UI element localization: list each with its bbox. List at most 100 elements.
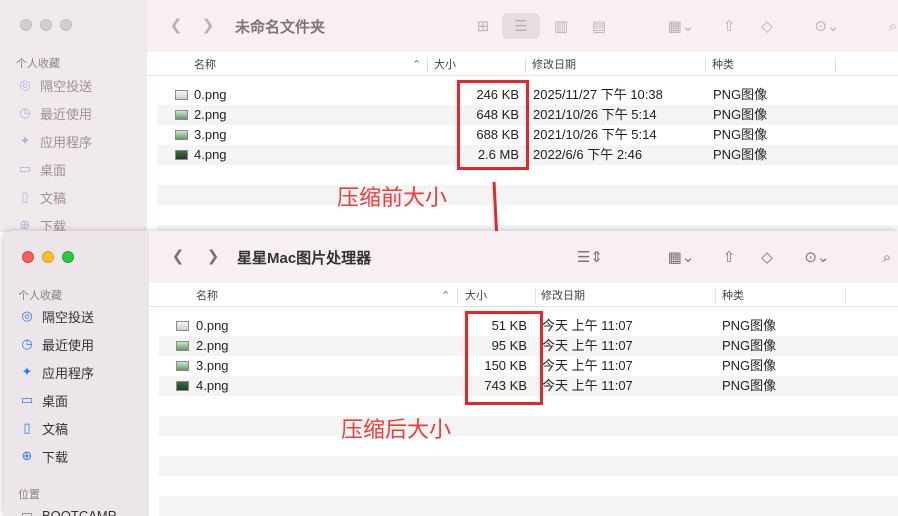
sidebar-item-downloads[interactable]: ⊕ 下载 (18, 446, 68, 466)
search-button[interactable]: ⌕ (881, 13, 898, 39)
list-view-button[interactable]: ☰ (502, 13, 540, 39)
forward-button[interactable]: ❯ (204, 245, 222, 267)
file-date: 今天 上午 11:07 (542, 378, 633, 393)
close-button[interactable] (20, 19, 32, 31)
sidebar-item-label: 文稿 (42, 421, 69, 437)
empty-row-stripe (159, 456, 898, 476)
download-icon: ⊕ (21, 448, 33, 463)
airdrop-icon: ◎ (19, 77, 31, 92)
tag-icon: ◇ (761, 18, 773, 35)
png-file-icon (176, 321, 189, 331)
empty-row-stripe (159, 496, 898, 516)
file-date: 2021/10/26 下午 5:14 (533, 127, 657, 142)
sidebar-section-locations: 位置 (18, 489, 40, 501)
empty-row-stripe (159, 416, 898, 436)
file-name: 4.png (196, 378, 229, 393)
search-icon: ⌕ (888, 17, 898, 35)
sidebar-item-recents[interactable]: ◷ 最近使用 (16, 103, 92, 123)
column-view-button[interactable]: ▥ (547, 13, 575, 39)
window-controls (22, 251, 74, 263)
action-button[interactable]: ⊙⌄ (807, 13, 847, 39)
group-button[interactable]: ▦⌄ (661, 13, 701, 39)
chevron-right-icon: ❯ (201, 17, 215, 34)
sort-chevron-icon[interactable]: ⌃ (441, 285, 450, 307)
file-kind: PNG图像 (713, 127, 768, 142)
sidebar-item-label: 隔空投送 (42, 309, 95, 325)
sidebar-item-label: 下载 (42, 449, 69, 465)
sidebar-item-downloads[interactable]: ⊕ 下载 (16, 215, 66, 232)
group-icon: ▦⌄ (667, 249, 695, 266)
share-button[interactable]: ⇧ (717, 13, 741, 39)
finder-window-before: 个人收藏 ◎ 隔空投送 ◷ 最近使用 ✦ 应用程序 ▭ 桌面 ▯ 文稿 ⊕ 下载… (0, 0, 898, 232)
sidebar-item-bootcamp[interactable]: ▭ BOOTCAMP (18, 505, 117, 516)
file-kind: PNG图像 (713, 107, 768, 122)
zoom-button[interactable] (62, 251, 74, 263)
sidebar: 个人收藏 ◎ 隔空投送 ◷ 最近使用 ✦ 应用程序 ▭ 桌面 ▯ 文稿 ⊕ 下载… (4, 231, 149, 516)
tag-button[interactable]: ◇ (755, 244, 779, 270)
file-name: 3.png (194, 127, 227, 142)
png-file-icon (175, 110, 188, 120)
icon-view-button[interactable]: ⊞ (469, 13, 497, 39)
sidebar-item-desktop[interactable]: ▭ 桌面 (16, 159, 66, 179)
png-file-icon (175, 130, 188, 140)
file-date: 2022/6/6 下午 2:46 (533, 147, 643, 162)
file-date: 2021/10/26 下午 5:14 (533, 107, 657, 122)
file-name: 3.png (196, 358, 229, 373)
column-divider (715, 289, 716, 303)
sidebar-section-favorites: 个人收藏 (16, 58, 60, 70)
view-options-button[interactable]: ☰⇕ (569, 244, 611, 270)
close-button[interactable] (22, 251, 34, 263)
group-button[interactable]: ▦⌄ (661, 244, 701, 270)
sidebar-item-desktop[interactable]: ▭ 桌面 (18, 390, 68, 410)
minimize-button[interactable] (42, 251, 54, 263)
column-divider (835, 58, 836, 72)
column-header: 名称 ⌃ 大小 修改日期 种类 (149, 285, 898, 307)
share-icon: ⇧ (722, 249, 736, 266)
back-button[interactable]: ❮ (167, 14, 185, 36)
minimize-button[interactable] (40, 19, 52, 31)
sidebar-item-recents[interactable]: ◷ 最近使用 (18, 334, 94, 354)
gallery-view-button[interactable]: ▤ (585, 13, 613, 39)
column-size[interactable]: 大小 (434, 54, 456, 76)
disk-icon: ▭ (20, 507, 34, 516)
column-size[interactable]: 大小 (465, 285, 487, 307)
column-date[interactable]: 修改日期 (532, 54, 576, 76)
list-icon: ☰ (514, 18, 528, 35)
file-date: 2025/11/27 下午 10:38 (533, 87, 663, 102)
sidebar-item-documents[interactable]: ▯ 文稿 (16, 187, 66, 207)
sidebar-item-airdrop[interactable]: ◎ 隔空投送 (16, 75, 92, 95)
annotation-before: 压缩前大小 (337, 186, 448, 211)
window-title: 未命名文件夹 (235, 19, 326, 36)
back-button[interactable]: ❮ (169, 245, 187, 267)
sidebar-item-label: 文稿 (40, 190, 67, 206)
chevron-left-icon: ❮ (171, 248, 185, 265)
sidebar: 个人收藏 ◎ 隔空投送 ◷ 最近使用 ✦ 应用程序 ▭ 桌面 ▯ 文稿 ⊕ 下载 (0, 0, 147, 232)
png-file-icon (175, 150, 188, 160)
action-button[interactable]: ⊙⌄ (797, 244, 837, 270)
sidebar-item-label: 桌面 (40, 162, 67, 178)
zoom-button[interactable] (60, 19, 72, 31)
clock-icon: ◷ (19, 105, 31, 120)
column-divider (845, 289, 846, 303)
sidebar-item-applications[interactable]: ✦ 应用程序 (16, 131, 92, 151)
sidebar-item-airdrop[interactable]: ◎ 隔空投送 (18, 306, 94, 326)
apps-icon: ✦ (19, 133, 31, 148)
file-kind: PNG图像 (722, 358, 777, 373)
sidebar-item-applications[interactable]: ✦ 应用程序 (18, 362, 94, 382)
share-button[interactable]: ⇧ (717, 244, 741, 270)
sidebar-item-documents[interactable]: ▯ 文稿 (18, 418, 68, 438)
tag-button[interactable]: ◇ (755, 13, 779, 39)
column-kind[interactable]: 种类 (722, 285, 744, 307)
annotation-after: 压缩后大小 (341, 418, 452, 443)
column-name[interactable]: 名称 (196, 285, 218, 307)
forward-button[interactable]: ❯ (199, 14, 217, 36)
file-name: 0.png (196, 318, 229, 333)
column-kind[interactable]: 种类 (712, 54, 734, 76)
sidebar-item-label: 隔空投送 (40, 78, 93, 94)
column-name[interactable]: 名称 (194, 54, 216, 76)
sort-chevron-icon[interactable]: ⌃ (412, 54, 421, 76)
column-date[interactable]: 修改日期 (541, 285, 585, 307)
search-button[interactable]: ⌕ (875, 244, 898, 270)
sidebar-section-favorites: 个人收藏 (18, 290, 62, 302)
gallery-icon: ▤ (591, 18, 607, 35)
